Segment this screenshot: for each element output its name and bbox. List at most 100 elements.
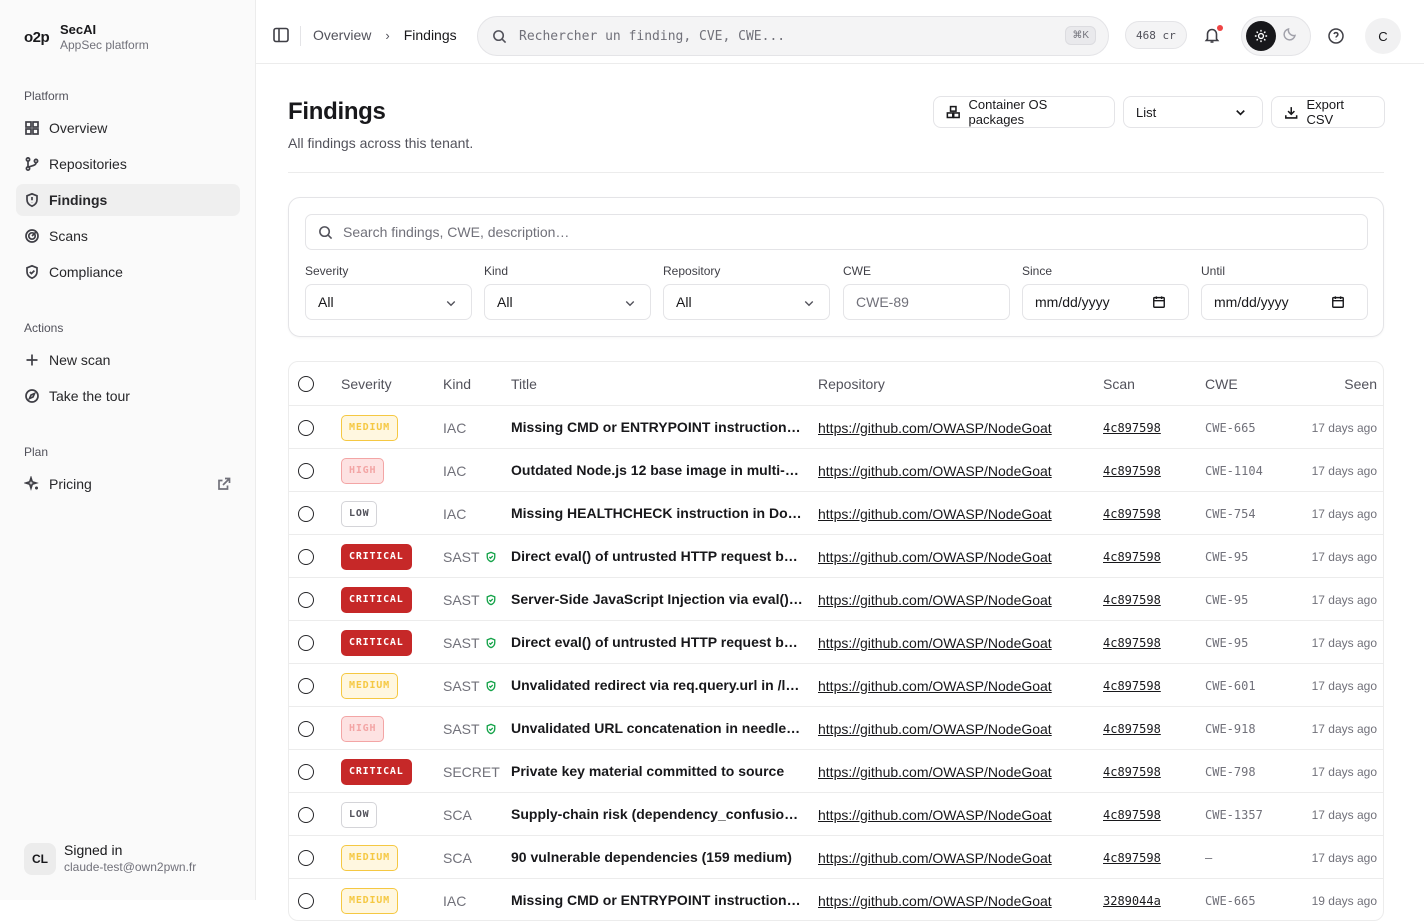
row-checkbox[interactable] xyxy=(298,449,314,492)
table-row[interactable]: LOW SCA Supply-chain risk (dependency_conf… xyxy=(289,792,1383,836)
repository-link[interactable]: https://github.com/OWASP/NodeGoat xyxy=(818,635,1052,651)
title-cell[interactable]: Supply-chain risk (dependency_confusion)… xyxy=(511,793,803,836)
scan-link[interactable]: 4c897598 xyxy=(1103,464,1161,478)
title-cell[interactable]: Direct eval() of untrusted HTTP request … xyxy=(511,621,803,664)
finding-title[interactable]: Unvalidated URL concatenation in needle.… xyxy=(511,707,803,750)
repository-link[interactable]: https://github.com/OWASP/NodeGoat xyxy=(818,549,1052,565)
title-cell[interactable]: Missing CMD or ENTRYPOINT instruction in… xyxy=(511,406,803,449)
findings-search-input[interactable] xyxy=(343,224,1243,240)
title-cell[interactable]: Unvalidated URL concatenation in needle.… xyxy=(511,707,803,750)
table-row[interactable]: CRITICAL SAST Direct eval() of untrusted H… xyxy=(289,534,1383,578)
finding-title[interactable]: Missing CMD or ENTRYPOINT instruction in… xyxy=(511,406,803,449)
row-checkbox[interactable] xyxy=(298,879,314,920)
table-row[interactable]: HIGH SAST Unvalidated URL concatenation in… xyxy=(289,706,1383,750)
column-seen[interactable]: Seen xyxy=(1309,362,1377,405)
container-os-packages-button[interactable]: Container OS packages xyxy=(933,96,1115,128)
finding-title[interactable]: Direct eval() of untrusted HTTP request … xyxy=(511,535,803,578)
sidebar-toggle-icon[interactable] xyxy=(272,26,290,44)
row-checkbox[interactable] xyxy=(298,750,314,793)
since-date-field[interactable]: mm/dd/yyyy xyxy=(1022,284,1189,320)
finding-title[interactable]: Missing HEALTHCHECK instruction in Dock.… xyxy=(511,492,803,535)
table-row[interactable]: MEDIUM SCA 90 vulnerable dependencies (159… xyxy=(289,835,1383,879)
title-cell[interactable]: Missing CMD or ENTRYPOINT instruction in… xyxy=(511,879,803,920)
repository-link[interactable]: https://github.com/OWASP/NodeGoat xyxy=(818,764,1052,780)
table-row[interactable]: HIGH IAC Outdated Node.js 12 base image in… xyxy=(289,448,1383,492)
column-scan[interactable]: Scan xyxy=(1103,362,1135,405)
repository-link[interactable]: https://github.com/OWASP/NodeGoat xyxy=(818,721,1052,737)
severity-select[interactable]: All xyxy=(305,284,472,320)
repository-link[interactable]: https://github.com/OWASP/NodeGoat xyxy=(818,506,1052,522)
row-checkbox[interactable] xyxy=(298,578,314,621)
brand[interactable]: o2p SecAI AppSec platform xyxy=(24,22,149,53)
calendar-icon[interactable] xyxy=(1331,295,1345,309)
sidebar-item-take-the-tour[interactable]: Take the tour xyxy=(16,380,240,412)
row-checkbox[interactable] xyxy=(298,836,314,879)
sidebar-item-repositories[interactable]: Repositories xyxy=(16,148,240,180)
finding-title[interactable]: Unvalidated redirect via req.query.url i… xyxy=(511,664,803,707)
view-mode-select[interactable]: List xyxy=(1123,96,1263,128)
column-kind[interactable]: Kind xyxy=(443,362,471,405)
scan-link[interactable]: 4c897598 xyxy=(1103,636,1161,650)
title-cell[interactable]: Outdated Node.js 12 base image in multi-… xyxy=(511,449,803,492)
scan-link[interactable]: 3289044a xyxy=(1103,894,1161,908)
title-cell[interactable]: Missing HEALTHCHECK instruction in Dock.… xyxy=(511,492,803,535)
sidebar-item-new-scan[interactable]: New scan xyxy=(16,344,240,376)
repository-link[interactable]: https://github.com/OWASP/NodeGoat xyxy=(818,850,1052,866)
repository-link[interactable]: https://github.com/OWASP/NodeGoat xyxy=(818,678,1052,694)
scan-link[interactable]: 4c897598 xyxy=(1103,550,1161,564)
help-icon[interactable] xyxy=(1327,27,1345,45)
title-cell[interactable]: 90 vulnerable dependencies (159 medium) xyxy=(511,836,803,879)
theme-toggle[interactable] xyxy=(1241,16,1311,56)
table-row[interactable]: CRITICAL SECRET Private key material commi… xyxy=(289,749,1383,793)
row-checkbox[interactable] xyxy=(298,664,314,707)
sidebar-item-findings[interactable]: Findings xyxy=(16,184,240,216)
scan-link[interactable]: 4c897598 xyxy=(1103,507,1161,521)
scan-link[interactable]: 4c897598 xyxy=(1103,851,1161,865)
title-cell[interactable]: Direct eval() of untrusted HTTP request … xyxy=(511,535,803,578)
title-cell[interactable]: Server-Side JavaScript Injection via eva… xyxy=(511,578,803,621)
until-date-field[interactable]: mm/dd/yyyy xyxy=(1201,284,1368,320)
finding-title[interactable]: 90 vulnerable dependencies (159 medium) xyxy=(511,836,803,879)
column-title[interactable]: Title xyxy=(511,362,537,405)
repository-link[interactable]: https://github.com/OWASP/NodeGoat xyxy=(818,893,1052,909)
global-search[interactable]: ⌘K xyxy=(477,16,1109,56)
table-row[interactable]: MEDIUM IAC Missing CMD or ENTRYPOINT instr… xyxy=(289,405,1383,449)
repository-select[interactable]: All xyxy=(663,284,830,320)
sidebar-item-pricing[interactable]: Pricing xyxy=(16,468,240,500)
profile-avatar[interactable]: C xyxy=(1365,18,1401,54)
column-cwe[interactable]: CWE xyxy=(1205,362,1238,405)
export-csv-button[interactable]: Export CSV xyxy=(1271,96,1385,128)
repository-link[interactable]: https://github.com/OWASP/NodeGoat xyxy=(818,807,1052,823)
credits-badge[interactable]: 468 cr xyxy=(1125,21,1187,49)
scan-link[interactable]: 4c897598 xyxy=(1103,765,1161,779)
scan-link[interactable]: 4c897598 xyxy=(1103,679,1161,693)
row-checkbox[interactable] xyxy=(298,707,314,750)
row-checkbox[interactable] xyxy=(298,406,314,449)
moon-icon[interactable] xyxy=(1282,26,1298,42)
user-card[interactable]: CL Signed in claude-test@own2pwn.fr xyxy=(24,842,196,875)
table-row[interactable]: LOW IAC Missing HEALTHCHECK instruction in… xyxy=(289,491,1383,535)
repository-link[interactable]: https://github.com/OWASP/NodeGoat xyxy=(818,420,1052,436)
findings-search[interactable] xyxy=(305,214,1368,250)
column-severity[interactable]: Severity xyxy=(341,362,392,405)
repository-link[interactable]: https://github.com/OWASP/NodeGoat xyxy=(818,463,1052,479)
row-checkbox[interactable] xyxy=(298,621,314,664)
finding-title[interactable]: Supply-chain risk (dependency_confusion)… xyxy=(511,793,803,836)
scan-link[interactable]: 4c897598 xyxy=(1103,808,1161,822)
row-checkbox[interactable] xyxy=(298,492,314,535)
kind-select[interactable]: All xyxy=(484,284,651,320)
column-repository[interactable]: Repository xyxy=(818,362,885,405)
repository-link[interactable]: https://github.com/OWASP/NodeGoat xyxy=(818,592,1052,608)
breadcrumb-overview[interactable]: Overview xyxy=(313,27,371,43)
finding-title[interactable]: Server-Side JavaScript Injection via eva… xyxy=(511,578,803,621)
scan-link[interactable]: 4c897598 xyxy=(1103,722,1161,736)
table-row[interactable]: CRITICAL SAST Direct eval() of untrusted H… xyxy=(289,620,1383,664)
global-search-input[interactable] xyxy=(519,28,1039,44)
title-cell[interactable]: Private key material committed to source xyxy=(511,750,803,793)
sidebar-item-compliance[interactable]: Compliance xyxy=(16,256,240,288)
scan-link[interactable]: 4c897598 xyxy=(1103,593,1161,607)
select-all-checkbox[interactable] xyxy=(298,362,314,405)
table-row[interactable]: CRITICAL SAST Server-Side JavaScript Injec… xyxy=(289,577,1383,621)
finding-title[interactable]: Missing CMD or ENTRYPOINT instruction in… xyxy=(511,879,803,920)
scan-link[interactable]: 4c897598 xyxy=(1103,421,1161,435)
